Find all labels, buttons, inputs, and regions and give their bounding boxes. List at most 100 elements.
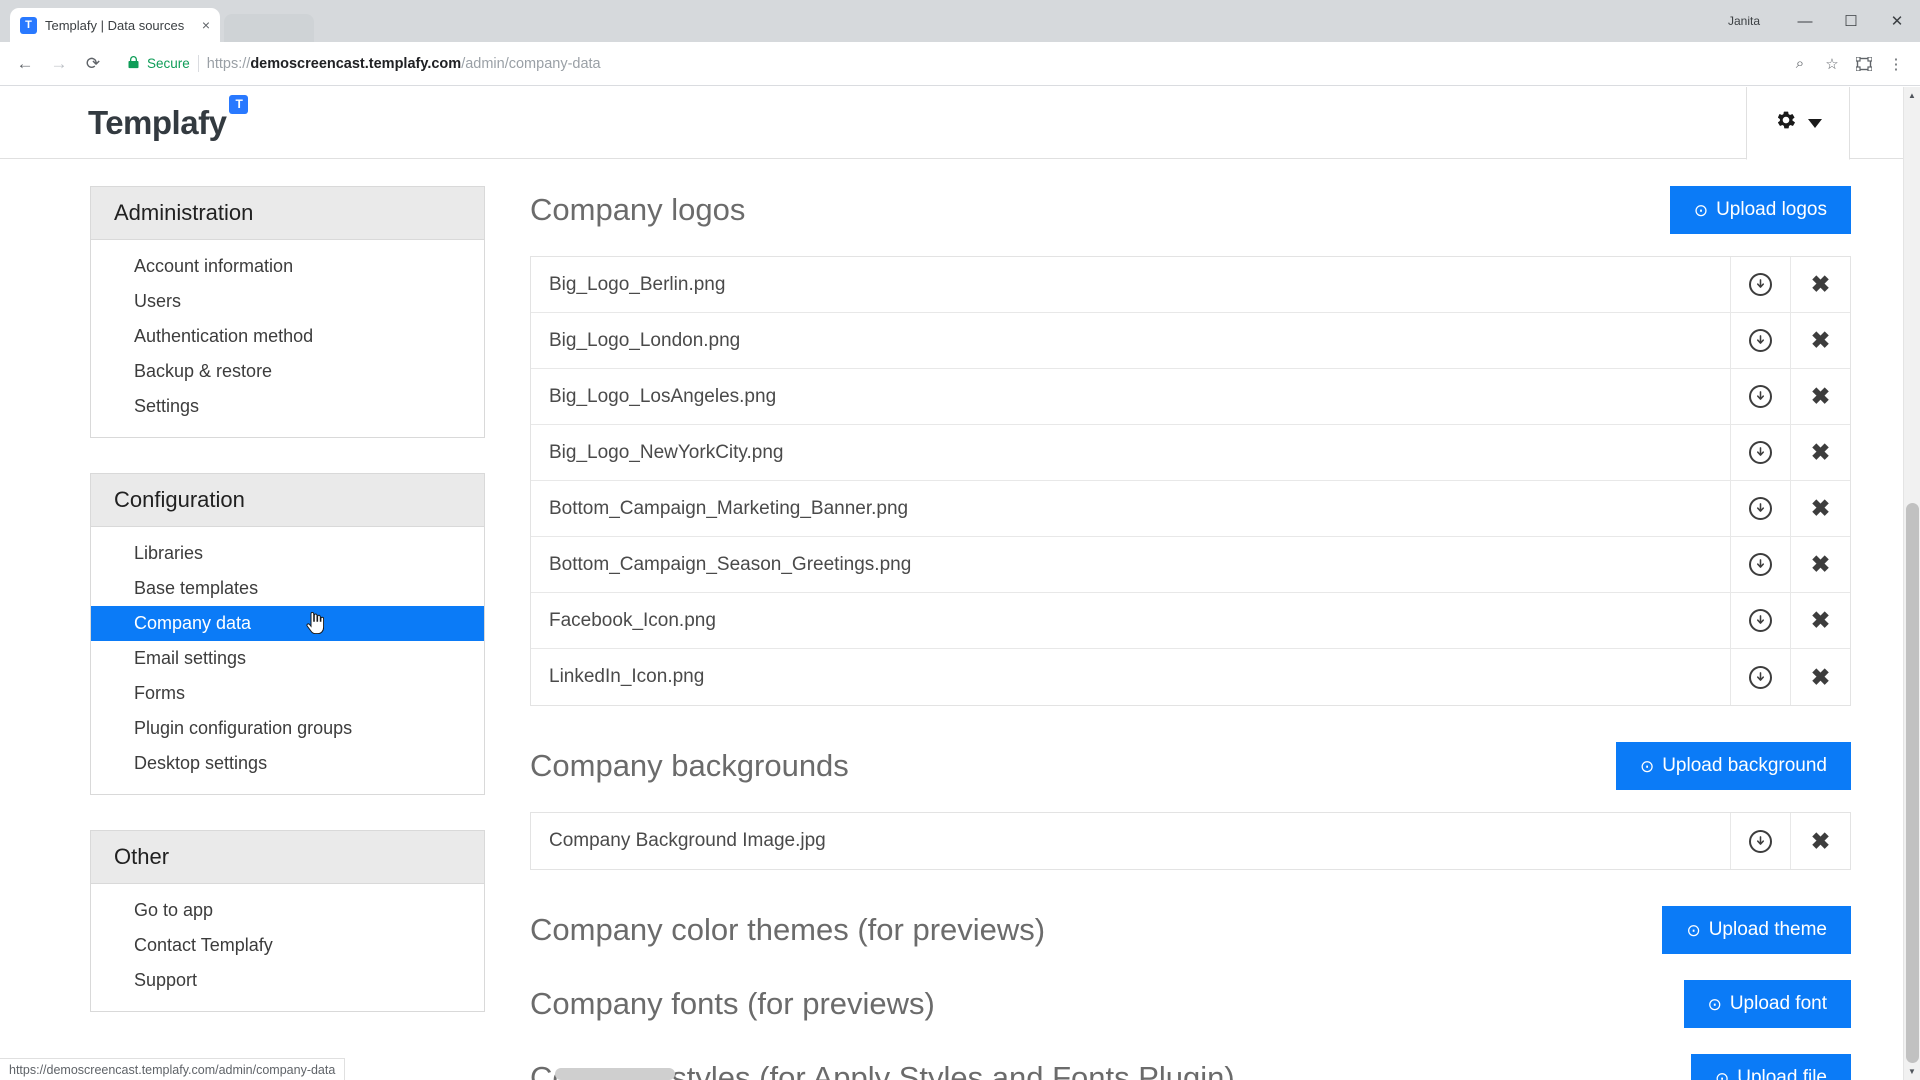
page-body: Administration Account information Users…: [0, 159, 1903, 1080]
delete-button[interactable]: ✖: [1790, 649, 1850, 705]
download-button[interactable]: [1730, 257, 1790, 312]
table-row[interactable]: Bottom_Campaign_Season_Greetings.png ✖: [531, 537, 1850, 593]
scroll-down-arrow-icon[interactable]: ▼: [1904, 1063, 1920, 1080]
download-button[interactable]: [1730, 481, 1790, 536]
browser-tab[interactable]: T Templafy | Data sources ×: [10, 8, 220, 42]
sidebar-item-settings[interactable]: Settings: [91, 389, 484, 424]
sidebar-item-desktop-settings[interactable]: Desktop settings: [91, 746, 484, 781]
sidebar-item-contact-templafy[interactable]: Contact Templafy: [91, 928, 484, 963]
logo-badge-icon: T: [229, 94, 249, 114]
address-bar[interactable]: Secure https://demoscreencast.templafy.c…: [118, 50, 1776, 78]
scroll-up-arrow-icon[interactable]: ▲: [1904, 87, 1920, 104]
sidebar-item-backup-restore[interactable]: Backup & restore: [91, 354, 484, 389]
zoom-icon[interactable]: ⌕: [1786, 50, 1814, 78]
delete-button[interactable]: ✖: [1790, 257, 1850, 312]
url-path: /admin/company-data: [461, 55, 601, 72]
tab-close-icon[interactable]: ×: [202, 18, 210, 32]
delete-button[interactable]: ✖: [1790, 813, 1850, 869]
table-row[interactable]: Company Background Image.jpg ✖: [531, 813, 1850, 869]
window-controls: Janita — ☐ ✕: [1728, 0, 1920, 42]
sidebar-panel-items: Account information Users Authentication…: [91, 240, 484, 437]
sidebar-item-go-to-app[interactable]: Go to app: [91, 893, 484, 928]
sidebar-item-users[interactable]: Users: [91, 284, 484, 319]
table-row[interactable]: Bottom_Campaign_Marketing_Banner.png ✖: [531, 481, 1850, 537]
file-name: Big_Logo_LosAngeles.png: [549, 385, 777, 407]
close-icon: ✖: [1810, 495, 1831, 521]
table-row[interactable]: Big_Logo_LosAngeles.png ✖: [531, 369, 1850, 425]
page-content: Templafy T Administration Account inform…: [0, 87, 1903, 1080]
browser-toolbar: ← → ⟳ Secure https://demoscreencast.temp…: [0, 42, 1920, 86]
window-close-button[interactable]: ✕: [1874, 0, 1920, 42]
upload-icon: ⊙: [1686, 920, 1701, 940]
sidebar-item-authentication-method[interactable]: Authentication method: [91, 319, 484, 354]
url-host: demoscreencast.templafy.com: [250, 55, 462, 72]
window-maximize-button[interactable]: ☐: [1828, 0, 1874, 42]
upload-background-label: Upload background: [1662, 755, 1827, 776]
sidebar-panel-title: Configuration: [91, 474, 484, 527]
delete-button[interactable]: ✖: [1790, 425, 1850, 480]
sidebar-item-forms[interactable]: Forms: [91, 676, 484, 711]
download-button[interactable]: [1730, 425, 1790, 480]
delete-button[interactable]: ✖: [1790, 369, 1850, 424]
download-button[interactable]: [1730, 537, 1790, 592]
sidebar-item-libraries[interactable]: Libraries: [91, 536, 484, 571]
settings-menu-button[interactable]: [1746, 87, 1850, 160]
file-name: Bottom_Campaign_Marketing_Banner.png: [549, 497, 909, 519]
sidebar-item-plugin-configuration-groups[interactable]: Plugin configuration groups: [91, 711, 484, 746]
sidebar-panel-title: Administration: [91, 187, 484, 240]
delete-button[interactable]: ✖: [1790, 481, 1850, 536]
bookmark-star-icon[interactable]: ☆: [1818, 50, 1846, 78]
upload-theme-button[interactable]: ⊙ Upload theme: [1662, 906, 1851, 954]
sidebar-item-base-templates[interactable]: Base templates: [91, 571, 484, 606]
download-button[interactable]: [1730, 649, 1790, 705]
window-user-label[interactable]: Janita: [1728, 14, 1760, 28]
url-text: https://demoscreencast.templafy.com/admi…: [207, 56, 601, 72]
app-header: Templafy T: [0, 87, 1903, 160]
close-icon: ✖: [1810, 663, 1831, 690]
delete-button[interactable]: ✖: [1790, 593, 1850, 648]
table-row[interactable]: Big_Logo_Berlin.png ✖: [531, 257, 1850, 313]
download-icon: [1749, 553, 1772, 576]
upload-font-button[interactable]: ⊙ Upload font: [1683, 980, 1851, 1028]
scrollbar-thumb[interactable]: [1906, 503, 1919, 1063]
sidebar-item-company-data[interactable]: Company data: [91, 606, 484, 641]
upload-file-button[interactable]: ⊙ Upload file: [1690, 1054, 1851, 1080]
download-button[interactable]: [1730, 313, 1790, 368]
section-header-company-styles: Company styles (for Apply Styles and Fon…: [530, 1054, 1851, 1080]
chevron-down-icon: [1807, 118, 1822, 128]
back-button[interactable]: ←: [10, 49, 40, 79]
table-row[interactable]: Big_Logo_NewYorkCity.png ✖: [531, 425, 1850, 481]
upload-icon: ⊙: [1714, 1068, 1730, 1080]
upload-background-button[interactable]: ⊙ Upload background: [1615, 742, 1851, 790]
reload-button[interactable]: ⟳: [78, 49, 108, 79]
horizontal-scrollbar-thumb[interactable]: [555, 1068, 675, 1080]
upload-logos-button[interactable]: ⊙ Upload logos: [1669, 186, 1851, 234]
cast-icon[interactable]: [1850, 50, 1878, 78]
section-header-company-backgrounds: Company backgrounds ⊙ Upload background: [530, 742, 1851, 790]
sidebar-item-account-information[interactable]: Account information: [91, 249, 484, 284]
close-icon: ✖: [1810, 827, 1831, 854]
sidebar-item-support[interactable]: Support: [91, 963, 484, 998]
download-icon: [1749, 273, 1772, 296]
section-header-company-logos: Company logos ⊙ Upload logos: [530, 186, 1851, 234]
table-row[interactable]: LinkedIn_Icon.png ✖: [531, 649, 1850, 705]
table-row[interactable]: Facebook_Icon.png ✖: [531, 593, 1850, 649]
upload-font-label: Upload font: [1729, 993, 1827, 1014]
download-icon: [1749, 329, 1772, 352]
download-button[interactable]: [1730, 813, 1790, 869]
tab-strip: T Templafy | Data sources × Janita — ☐ ✕: [0, 0, 1920, 42]
delete-button[interactable]: ✖: [1790, 313, 1850, 368]
page-scrollbar[interactable]: ▲ ▼: [1903, 87, 1920, 1080]
download-button[interactable]: [1730, 593, 1790, 648]
delete-button[interactable]: ✖: [1790, 537, 1850, 592]
templafy-logo[interactable]: Templafy T: [88, 94, 249, 142]
table-row[interactable]: Big_Logo_London.png ✖: [531, 313, 1850, 369]
new-tab-area[interactable]: [224, 14, 314, 42]
sidebar-item-email-settings[interactable]: Email settings: [91, 641, 484, 676]
section-title: Company fonts (for previews): [530, 986, 935, 1021]
browser-menu-icon[interactable]: ⋮: [1882, 50, 1910, 78]
download-button[interactable]: [1730, 369, 1790, 424]
window-minimize-button[interactable]: —: [1782, 0, 1828, 42]
section-title: Company color themes (for previews): [530, 912, 1046, 947]
forward-button[interactable]: →: [44, 49, 74, 79]
